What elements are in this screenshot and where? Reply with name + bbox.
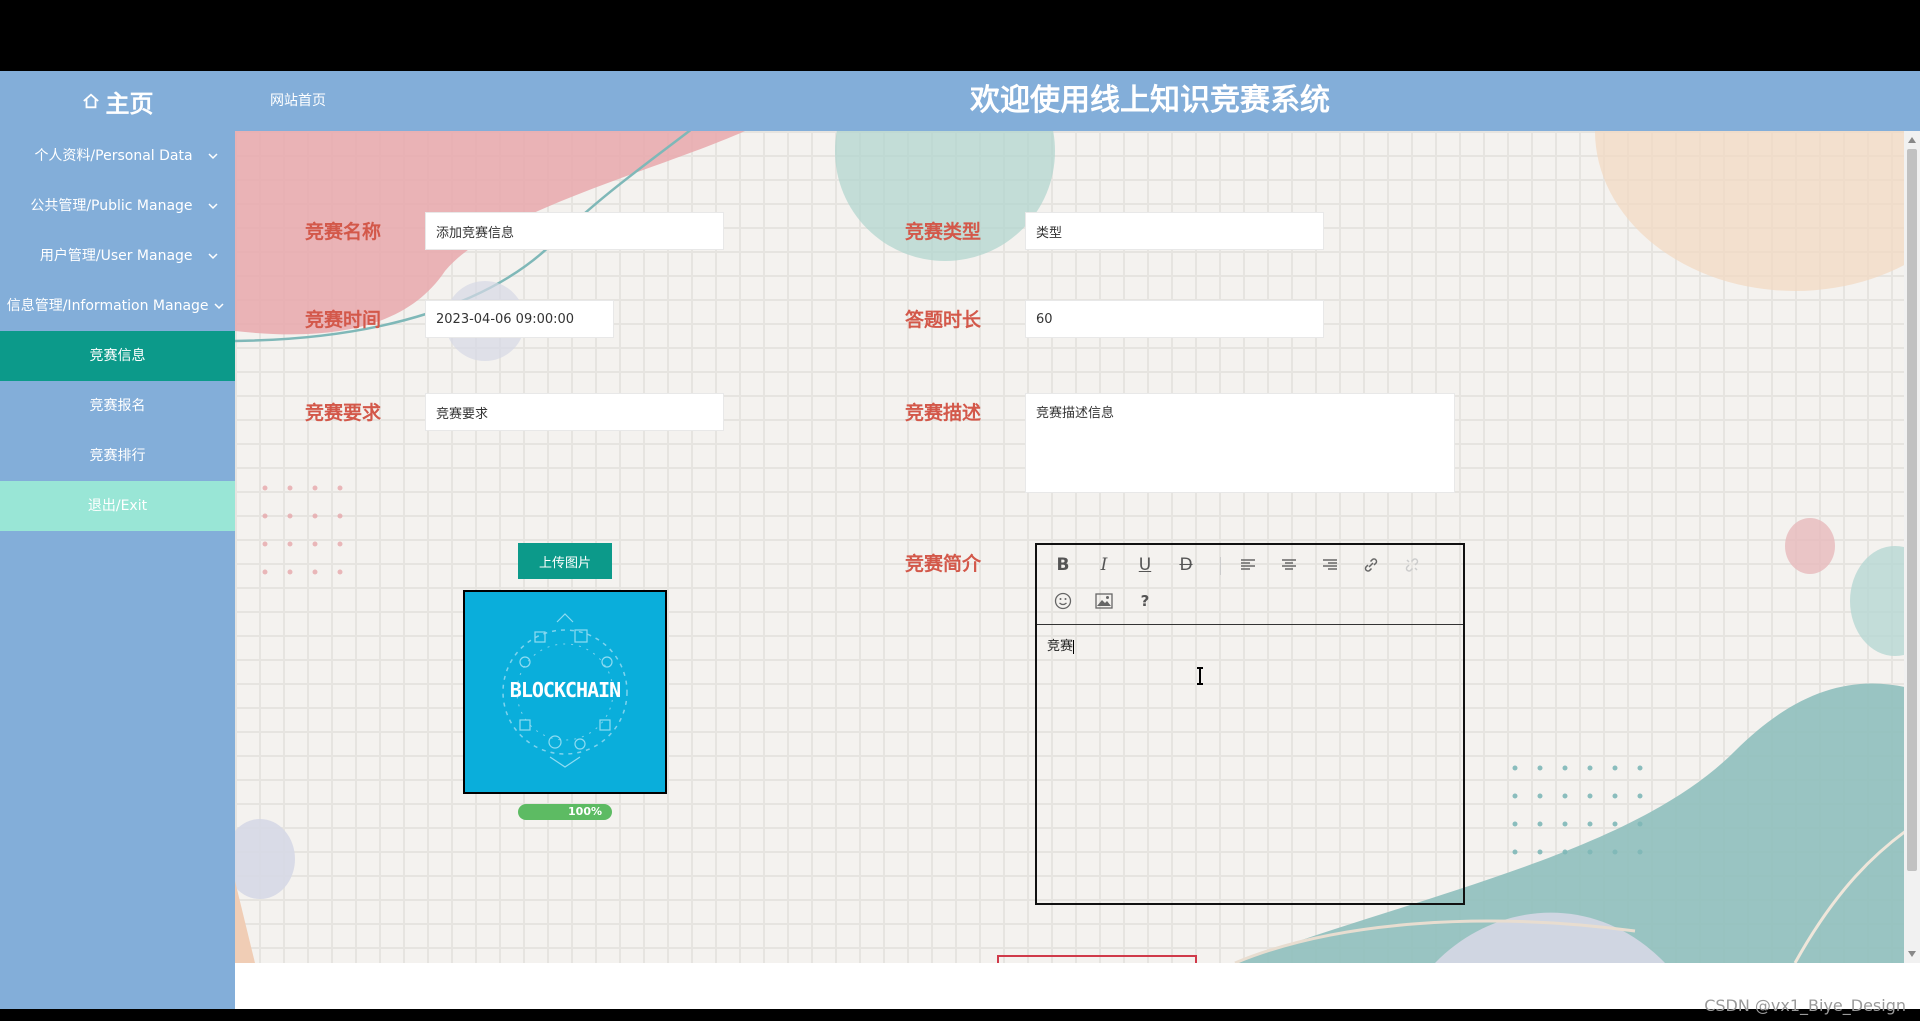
chevron-down-icon bbox=[208, 253, 218, 260]
home-icon bbox=[82, 93, 99, 109]
text-cursor-icon bbox=[1197, 667, 1203, 685]
competition-requirement-label: 竞赛要求 bbox=[305, 402, 382, 424]
sidebar: 个人资料/Personal Data 公共管理/Public Manage 用户… bbox=[0, 131, 235, 1009]
scroll-up-icon[interactable] bbox=[1908, 137, 1916, 143]
app-window: 主页 网站首页 欢迎使用线上知识竞赛系统 个人资料/Personal Data … bbox=[0, 71, 1920, 1009]
emoji-icon[interactable] bbox=[1051, 589, 1075, 613]
scrollbar-thumb[interactable] bbox=[1907, 149, 1917, 871]
chevron-down-icon bbox=[208, 203, 218, 210]
home-link[interactable]: 主页 bbox=[0, 71, 235, 131]
sidebar-menu-label: 公共管理/Public Manage bbox=[30, 198, 193, 214]
sidebar-item-competition-ranking[interactable]: 竞赛排行 bbox=[0, 431, 235, 481]
chevron-down-icon bbox=[214, 303, 224, 310]
site-home-link[interactable]: 网站首页 bbox=[270, 71, 326, 131]
upload-image-button[interactable]: 上传图片 bbox=[518, 543, 612, 579]
align-right-icon[interactable] bbox=[1318, 553, 1342, 577]
help-icon[interactable]: ? bbox=[1133, 589, 1157, 613]
competition-time-input[interactable]: 2023-04-06 09:00:00 bbox=[425, 300, 614, 338]
sidebar-menu-information[interactable]: 信息管理/Information Manage bbox=[0, 281, 235, 331]
competition-time-label: 竞赛时间 bbox=[305, 309, 382, 331]
submit-button-partial[interactable] bbox=[997, 955, 1197, 963]
sidebar-item-exit[interactable]: 退出/Exit bbox=[0, 481, 235, 531]
competition-intro-label: 竞赛简介 bbox=[905, 553, 982, 575]
sidebar-item-competition-signup[interactable]: 竞赛报名 bbox=[0, 381, 235, 431]
competition-description-label: 竞赛描述 bbox=[905, 402, 982, 424]
competition-name-input[interactable]: 添加竞赛信息 bbox=[425, 212, 724, 250]
sidebar-item-competition-info[interactable]: 竞赛信息 bbox=[0, 331, 235, 381]
editor-content-area[interactable]: 竞赛 bbox=[1037, 625, 1463, 664]
sidebar-menu-public[interactable]: 公共管理/Public Manage bbox=[0, 181, 235, 231]
competition-type-input[interactable]: 类型 bbox=[1025, 212, 1324, 250]
uploaded-image-preview: BLOCKCHAIN bbox=[463, 590, 667, 794]
vertical-scrollbar[interactable] bbox=[1904, 131, 1920, 963]
underline-icon[interactable]: U bbox=[1133, 553, 1157, 577]
sidebar-menu-user[interactable]: 用户管理/User Manage bbox=[0, 231, 235, 281]
home-label: 主页 bbox=[105, 89, 154, 118]
strikethrough-icon[interactable]: D bbox=[1174, 553, 1198, 577]
chevron-down-icon bbox=[208, 153, 218, 160]
editor-toolbar: B I U D ? bbox=[1037, 545, 1463, 625]
black-bar-top bbox=[0, 0, 1920, 71]
image-icon[interactable] bbox=[1092, 589, 1116, 613]
sidebar-menu-label: 用户管理/User Manage bbox=[39, 248, 193, 264]
competition-name-label: 竞赛名称 bbox=[305, 221, 382, 243]
competition-type-label: 竞赛类型 bbox=[905, 221, 982, 243]
sidebar-menu-label: 信息管理/Information Manage bbox=[6, 298, 209, 314]
align-left-icon[interactable] bbox=[1236, 553, 1260, 577]
sidebar-menu-label: 个人资料/Personal Data bbox=[34, 148, 193, 164]
toolbar-divider bbox=[1220, 557, 1221, 575]
text-caret bbox=[1073, 639, 1075, 654]
link-icon[interactable] bbox=[1359, 553, 1383, 577]
system-title: 欢迎使用线上知识竞赛系统 bbox=[970, 83, 1330, 118]
answer-duration-input[interactable]: 60 bbox=[1025, 300, 1324, 338]
scroll-down-icon[interactable] bbox=[1908, 951, 1916, 957]
italic-icon[interactable]: I bbox=[1092, 553, 1116, 577]
unlink-icon[interactable] bbox=[1400, 553, 1424, 577]
editor-content-text: 竞赛 bbox=[1047, 639, 1074, 654]
bold-icon[interactable]: B bbox=[1051, 553, 1075, 577]
competition-description-textarea[interactable]: 竞赛描述信息 bbox=[1025, 393, 1455, 493]
header-bar: 主页 网站首页 欢迎使用线上知识竞赛系统 bbox=[0, 71, 1920, 131]
watermark: CSDN @vx1_Biye_Design bbox=[1704, 996, 1906, 1015]
rich-text-editor: B I U D ? 竞赛 bbox=[1035, 543, 1465, 905]
upload-progress-bar: 100% bbox=[518, 804, 612, 820]
sidebar-menu-personal[interactable]: 个人资料/Personal Data bbox=[0, 131, 235, 181]
align-center-icon[interactable] bbox=[1277, 553, 1301, 577]
preview-image-text: BLOCKCHAIN bbox=[509, 678, 621, 702]
competition-requirement-input[interactable]: 竞赛要求 bbox=[425, 393, 724, 431]
answer-duration-label: 答题时长 bbox=[905, 309, 982, 331]
footer-area bbox=[235, 963, 1920, 1009]
